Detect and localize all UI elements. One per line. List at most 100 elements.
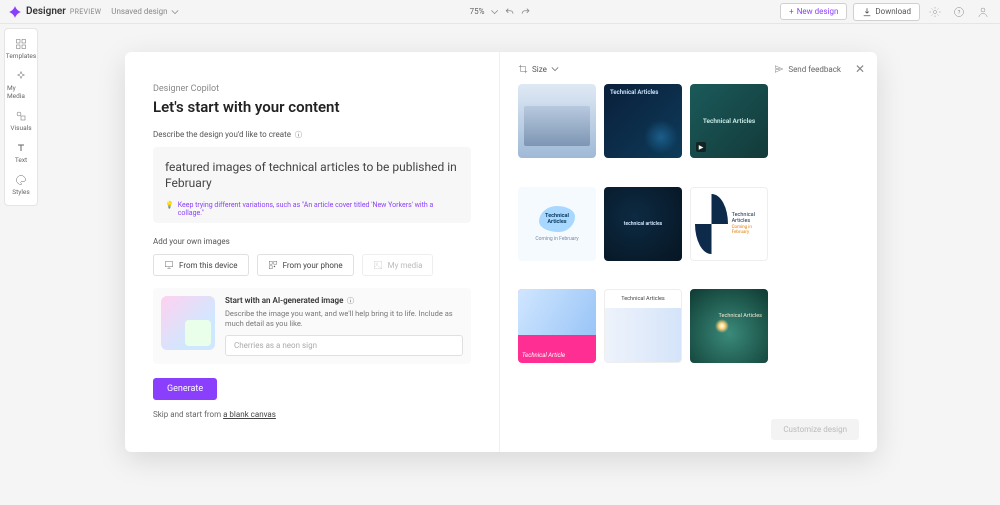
generate-label: Generate [167,384,203,394]
my-media-label: My media [388,261,423,270]
template-card[interactable]: Technical Articles ▶ [690,84,768,158]
help-icon[interactable]: ? [950,3,968,21]
shapes-icon [15,110,27,122]
card-title: Technical Articles [703,117,755,125]
template-card[interactable]: Technical Articles [604,84,682,158]
card-title: Technical Articles [610,89,658,96]
sidebar-item-label: Visuals [10,124,31,132]
card-title: technical articles [624,221,662,227]
redo-icon[interactable] [520,7,530,17]
new-design-button[interactable]: + New design [780,3,847,20]
ai-prompt-input[interactable]: Cherries as a neon sign [225,335,463,356]
size-dropdown[interactable]: Size [518,64,559,74]
sidebar-item-mymedia[interactable]: My Media [5,65,37,105]
my-media-button: My media [362,254,434,276]
ai-title: Start with an AI-generated image [225,296,463,305]
info-icon[interactable] [294,130,303,139]
designer-copilot-modal: ✕ Designer Copilot Let's start with your… [125,52,877,452]
copilot-label: Designer Copilot [153,84,471,94]
image-icon [373,260,383,270]
blank-canvas-link[interactable]: a blank canvas [223,410,276,419]
ai-title-text: Start with an AI-generated image [225,296,343,305]
card-title: Technical Articles [605,290,681,308]
from-device-label: From this device [179,261,238,270]
sidebar-item-templates[interactable]: Templates [5,33,37,65]
qr-icon [268,260,278,270]
templates-icon [15,38,27,50]
monitor-icon [164,260,174,270]
sidebar-item-text[interactable]: Text [5,137,37,169]
ai-description: Describe the image you want, and we'll h… [225,309,463,329]
left-toolbar: Templates My Media Visuals Text Styles [4,28,38,206]
sidebar-item-label: Templates [6,52,36,60]
app-logo[interactable]: Designer [8,5,66,19]
template-card[interactable]: Technical ArticlesComing in February [690,187,768,261]
document-name[interactable]: Unsaved design [111,7,178,16]
template-card[interactable]: Technical Article [518,289,596,363]
app-logo-icon [8,5,22,19]
template-card[interactable]: technical articles [604,187,682,261]
size-label: Size [532,65,547,74]
preview-badge: PREVIEW [70,8,101,16]
profile-icon[interactable] [974,3,992,21]
new-design-label: New design [797,7,839,16]
sparkle-icon [15,70,27,82]
template-card[interactable]: Technical Articles Coming in February [518,187,596,261]
customize-design-button: Customize design [771,419,859,440]
template-card[interactable] [518,84,596,158]
card-title: Technical Article [522,352,565,359]
lightbulb-icon: 💡 [165,201,174,217]
chevron-down-icon[interactable] [490,8,498,16]
document-name-text: Unsaved design [111,7,167,16]
send-icon [774,64,784,74]
add-images-label: Add your own images [153,237,471,246]
modal-left-panel: Designer Copilot Let's start with your c… [125,52,500,452]
palette-icon [15,174,27,186]
settings-icon[interactable] [926,3,944,21]
info-icon[interactable] [346,296,355,305]
template-grid: Technical Articles Technical Articles ▶ T… [518,84,859,384]
text-icon [15,142,27,154]
download-icon [862,7,872,17]
ai-generate-section: Start with an AI-generated image Describ… [153,288,471,364]
template-card[interactable]: Technical Articles [690,289,768,363]
chevron-down-icon [171,8,179,16]
prompt-box[interactable]: featured images of technical articles to… [153,147,471,223]
play-icon: ▶ [696,142,706,152]
template-card[interactable]: Technical Articles [604,289,682,363]
download-label: Download [875,7,911,16]
generate-button[interactable]: Generate [153,378,217,400]
from-phone-label: From your phone [283,261,343,270]
undo-icon[interactable] [504,7,514,17]
topbar-actions: + New design Download ? [780,3,992,21]
plus-icon: + [789,7,794,16]
tip-text: Keep trying different variations, such a… [178,201,459,217]
sidebar-item-styles[interactable]: Styles [5,169,37,201]
chevron-down-icon [551,65,559,73]
right-panel-header: Size Send feedback [518,64,859,74]
zoom-value[interactable]: 75% [470,7,485,16]
card-subtitle: Coming in February [732,225,767,236]
upload-options: From this device From your phone My medi… [153,254,471,276]
sidebar-item-label: My Media [7,84,35,100]
card-title: Technical Articles [732,212,767,225]
card-title: Technical Articles [539,206,575,232]
sidebar-item-label: Text [15,156,27,164]
send-feedback-button[interactable]: Send feedback [774,64,841,74]
topbar: Designer PREVIEW Unsaved design 75% + Ne… [0,0,1000,24]
from-device-button[interactable]: From this device [153,254,249,276]
sidebar-item-visuals[interactable]: Visuals [5,105,37,137]
zoom-controls: 75% [470,7,531,17]
skip-text: Skip and start from a blank canvas [153,410,471,419]
modal-headline: Let's start with your content [153,98,471,116]
feedback-label: Send feedback [788,65,841,74]
prompt-text: featured images of technical articles to… [165,159,459,191]
describe-label-text: Describe the design you'd like to create [153,130,291,139]
card-title: Technical Articles [719,313,762,319]
from-phone-button[interactable]: From your phone [257,254,354,276]
prompt-tip: 💡 Keep trying different variations, such… [165,201,459,217]
download-button[interactable]: Download [853,3,920,21]
skip-prefix: Skip and start from [153,410,223,419]
customize-label: Customize design [783,425,847,434]
card-subtitle: Coming in February [535,236,578,242]
